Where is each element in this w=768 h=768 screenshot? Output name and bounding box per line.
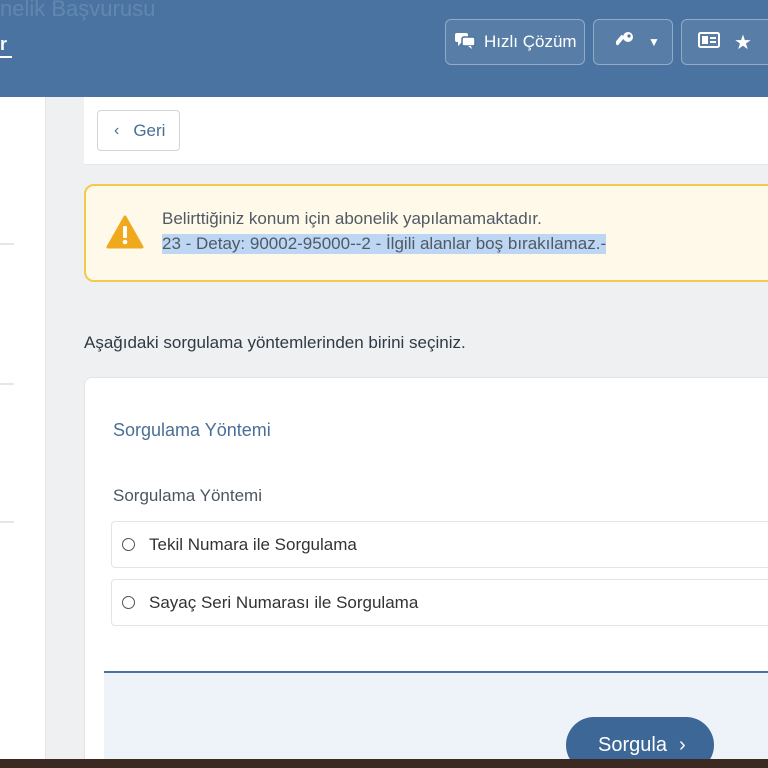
option-meter-serial[interactable]: Sayaç Seri Numarası ile Sorgulama [111, 579, 768, 626]
page-title: nelik Başvurusu [0, 0, 156, 21]
alert-message: Belirttiğiniz konum için abonelik yapıla… [162, 209, 542, 228]
warning-alert: Belirttiğiniz konum için abonelik yapıla… [84, 184, 768, 282]
chevron-left-icon: ‹ [114, 121, 120, 139]
sidebar-divider [0, 243, 14, 245]
profile-favorites-button[interactable]: ★ [681, 19, 768, 65]
toolbar-card [84, 97, 768, 165]
sidebar-divider [0, 521, 14, 523]
key-icon [615, 31, 634, 54]
id-card-icon [698, 31, 720, 53]
back-button[interactable]: ‹ Geri [97, 110, 180, 151]
sidebar-divider [0, 383, 14, 385]
submit-label: Sorgula [598, 733, 667, 756]
screen-edge [0, 759, 768, 768]
instruction-text: Aşağıdaki sorgulama yöntemlerinden birin… [84, 333, 466, 352]
chevron-right-icon: › [678, 733, 686, 756]
top-header: nelik Başvurusu r Hızlı Çözüm ▼ ★ [0, 0, 768, 97]
settings-dropdown-button[interactable]: ▼ [593, 19, 673, 65]
brand-underline [0, 56, 12, 58]
option-label: Sayaç Seri Numarası ile Sorgulama [149, 592, 419, 612]
quick-solution-label: Hızlı Çözüm [484, 32, 577, 51]
back-label: Geri [133, 120, 166, 140]
alert-detail: 23 - Detay: 90002-95000--2 - İlgili alan… [162, 234, 607, 254]
query-method-label: Sorgulama Yöntemi [113, 486, 262, 505]
section-title: Sorgulama Yöntemi [113, 420, 271, 440]
brand-logo[interactable]: r [0, 34, 7, 55]
radio-button[interactable] [122, 596, 135, 609]
quick-solution-button[interactable]: Hızlı Çözüm [445, 19, 585, 65]
option-label: Tekil Numara ile Sorgulama [149, 534, 357, 554]
caret-down-icon: ▼ [648, 35, 660, 49]
chat-icon [454, 31, 476, 54]
radio-button[interactable] [122, 538, 135, 551]
star-icon: ★ [734, 31, 752, 54]
option-single-number[interactable]: Tekil Numara ile Sorgulama [111, 521, 768, 568]
warning-icon [106, 215, 144, 254]
sidebar [0, 97, 46, 768]
